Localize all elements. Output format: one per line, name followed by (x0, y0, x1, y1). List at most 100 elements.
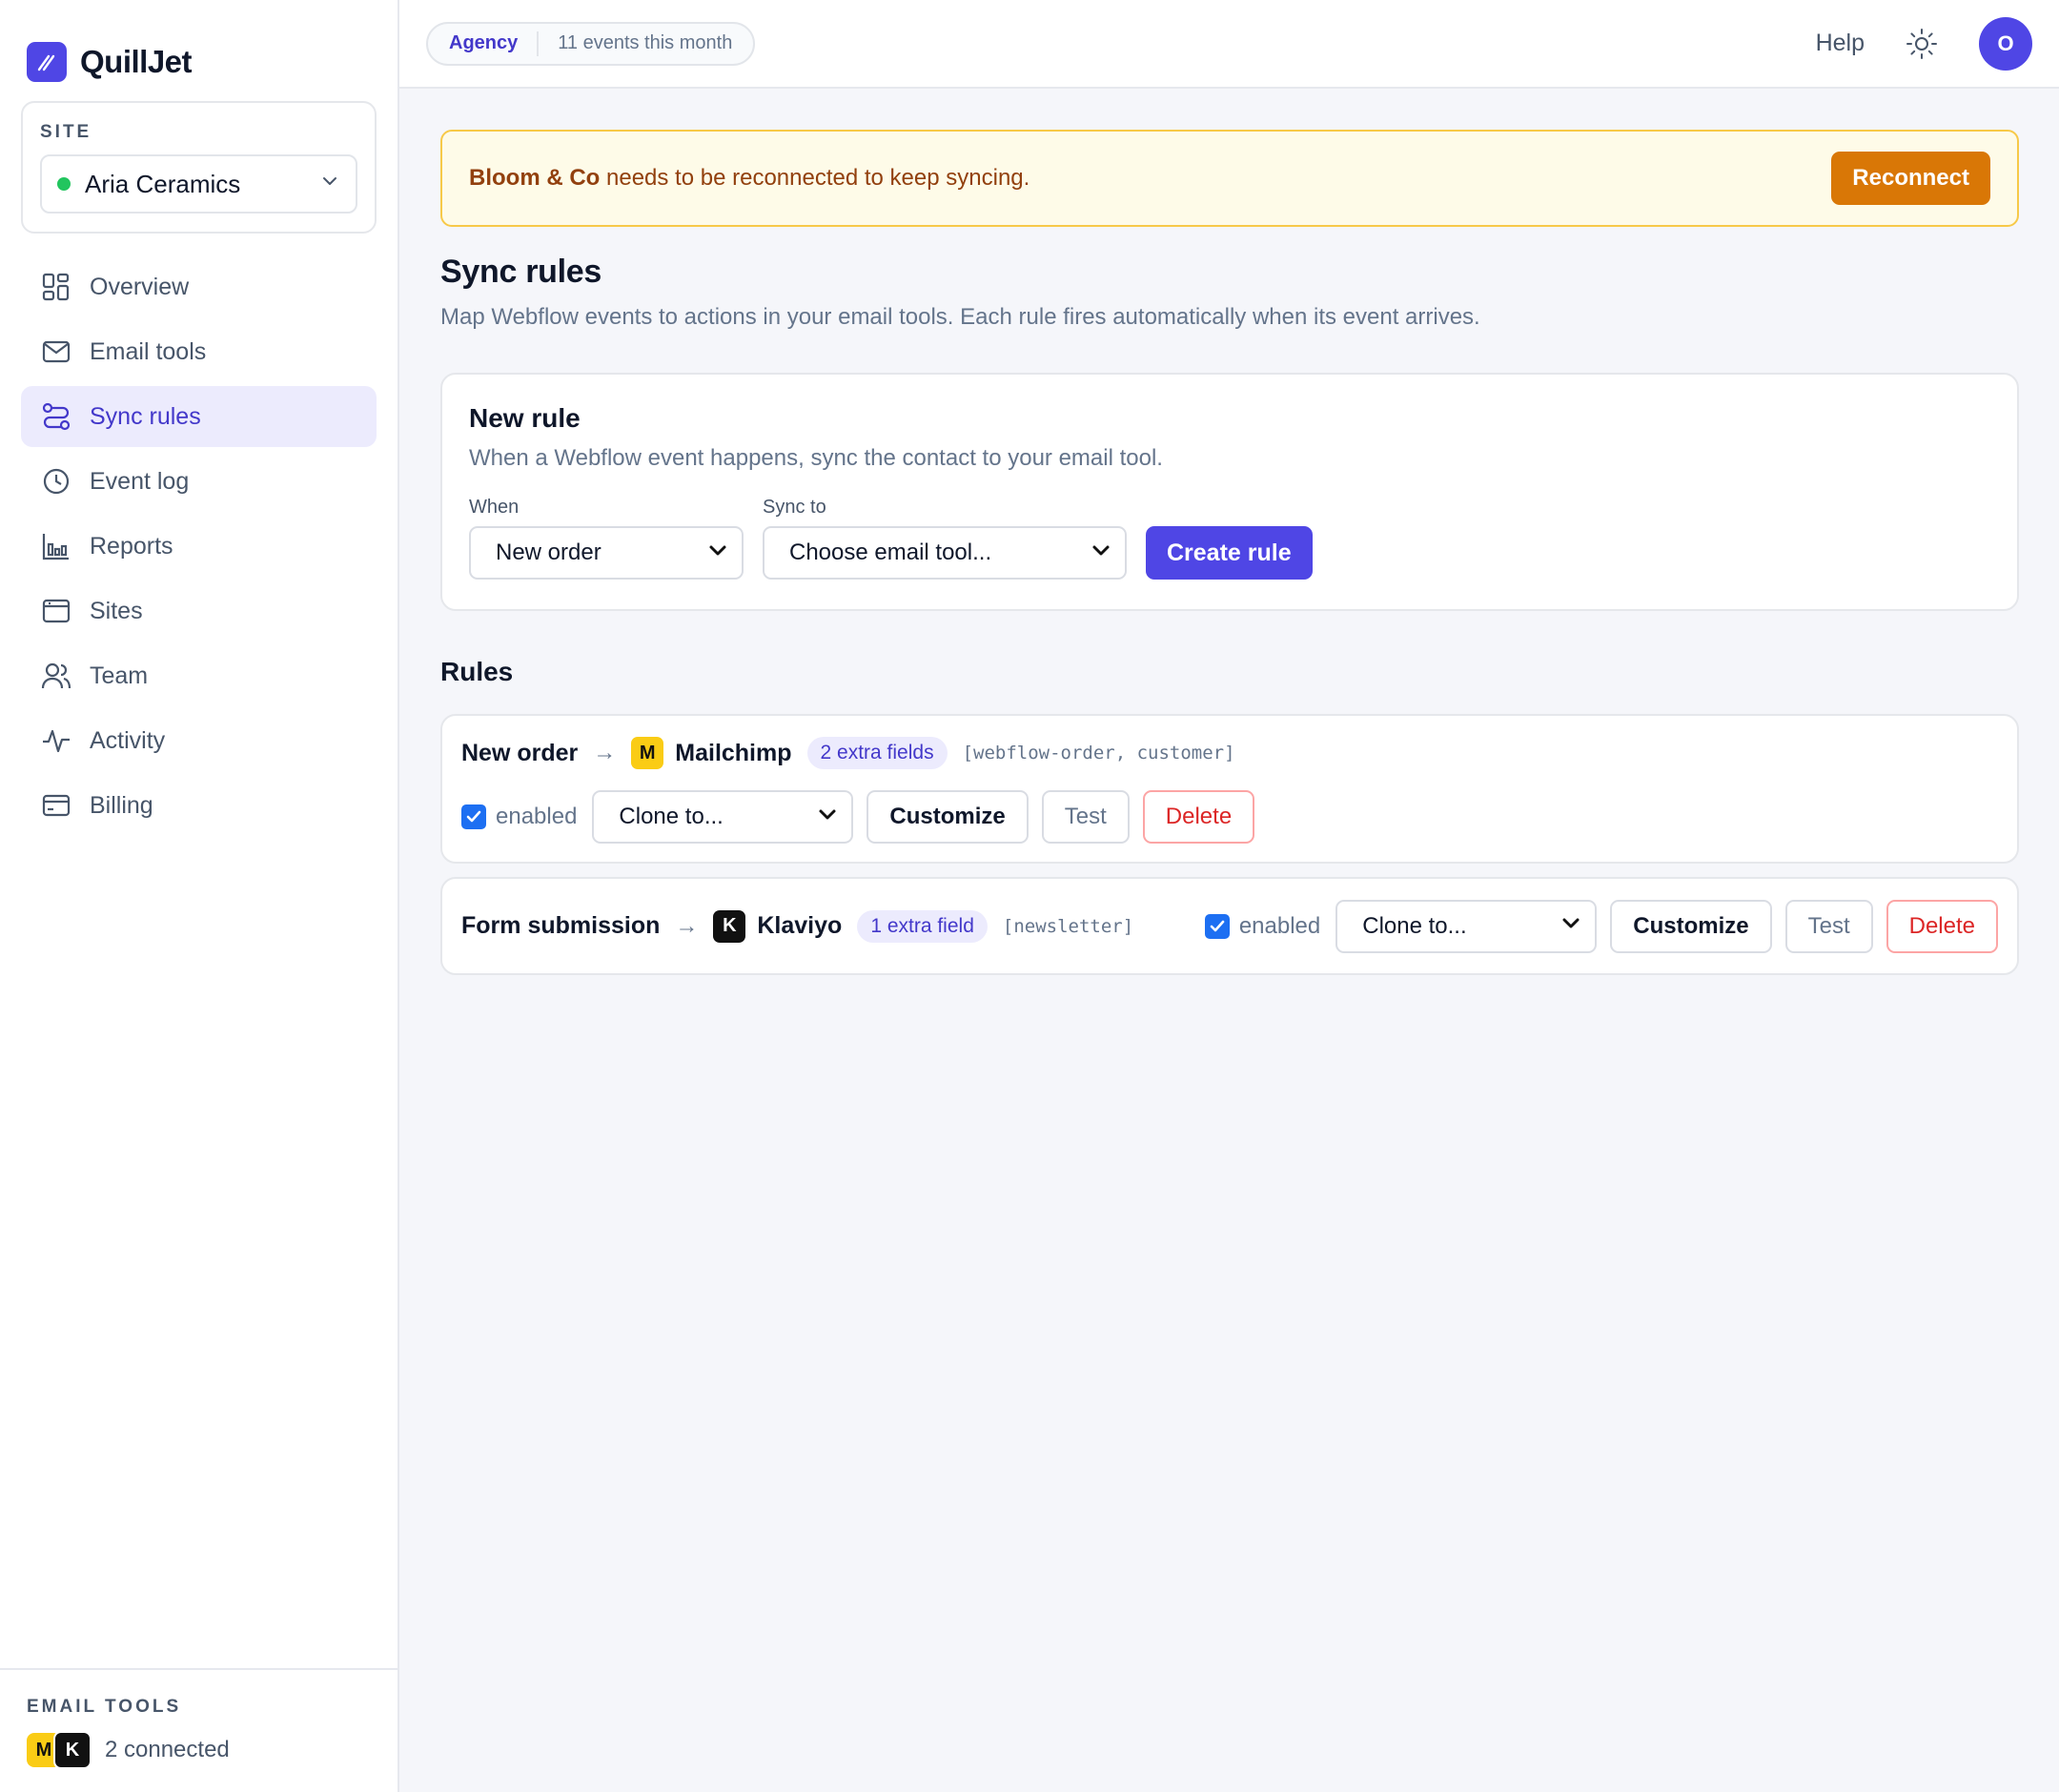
sidebar-item-label: Billing (90, 791, 153, 819)
clone-to-value: Clone to... (619, 804, 724, 829)
test-button[interactable]: Test (1041, 790, 1130, 844)
reconnect-button[interactable]: Reconnect (1831, 152, 1990, 205)
site-status-dot (57, 177, 71, 191)
sidebar-item-sync-rules[interactable]: Sync rules (21, 386, 377, 447)
avatar[interactable]: O (1979, 16, 2032, 71)
sidebar: QuillJet SITE Aria Ceramics Overview Ema… (0, 0, 399, 1792)
route-icon (40, 400, 72, 433)
sidebar-item-email-tools[interactable]: Email tools (21, 321, 377, 382)
email-tools-row[interactable]: M K 2 connected (27, 1731, 398, 1769)
when-label: When (469, 497, 520, 518)
brand[interactable]: QuillJet (0, 0, 398, 95)
when-field: When New order (469, 497, 744, 580)
sync-to-field: Sync to Choose email tool... (763, 497, 1127, 580)
rule-tags: [newsletter] (1002, 915, 1134, 937)
delete-button[interactable]: Delete (1142, 790, 1255, 844)
clone-to-value: Clone to... (1362, 912, 1467, 939)
grid-icon (40, 271, 72, 303)
test-button[interactable]: Test (1784, 899, 1873, 953)
plan-name: Agency (449, 32, 519, 53)
chevron-down-icon (707, 540, 728, 567)
sync-to-label: Sync to (763, 497, 826, 518)
site-switcher: SITE Aria Ceramics (21, 101, 377, 234)
bar-chart-icon (40, 530, 72, 562)
when-select[interactable]: New order (469, 526, 744, 580)
rule-card: New order → M Mailchimp 2 extra fields [… (440, 714, 2019, 864)
credit-card-icon (40, 789, 72, 822)
sidebar-item-team[interactable]: Team (21, 645, 377, 706)
browser-icon (40, 595, 72, 627)
chevron-down-icon (1091, 540, 1111, 567)
clone-to-select[interactable]: Clone to... (1335, 899, 1598, 953)
enabled-label: enabled (1238, 912, 1321, 939)
sidebar-item-label: Activity (90, 726, 166, 754)
new-rule-card: New rule When a Webflow event happens, s… (440, 373, 2019, 611)
sidebar-nav: Overview Email tools Sync rules Event lo… (0, 256, 398, 836)
klaviyo-icon: K (53, 1731, 92, 1769)
sidebar-item-sites[interactable]: Sites (21, 580, 377, 641)
extra-fields-badge[interactable]: 1 extra field (857, 909, 988, 943)
email-tool-select[interactable]: Choose email tool... (763, 526, 1127, 580)
customize-button[interactable]: Customize (866, 790, 1029, 844)
page-content: Bloom & Co needs to be reconnected to ke… (399, 89, 2059, 975)
site-select[interactable]: Aria Ceramics (40, 154, 357, 214)
mail-icon (40, 336, 72, 368)
sidebar-item-reports[interactable]: Reports (21, 516, 377, 577)
sun-icon[interactable] (1903, 25, 1941, 63)
chevron-down-icon (319, 171, 340, 197)
customize-button[interactable]: Customize (1610, 899, 1772, 953)
app-root: QuillJet SITE Aria Ceramics Overview Ema… (0, 0, 2059, 1792)
mailchimp-icon: M (631, 737, 664, 769)
sidebar-item-activity[interactable]: Activity (21, 710, 377, 771)
activity-icon (40, 724, 72, 757)
email-tools-summary: EMAIL TOOLS M K 2 connected (0, 1668, 398, 1792)
rule-summary: Form submission → K Klaviyo 1 extra fiel… (461, 909, 1134, 943)
banner-message: needs to be reconnected to keep syncing. (600, 165, 1030, 191)
enabled-label: enabled (496, 804, 578, 829)
reconnect-banner: Bloom & Co needs to be reconnected to ke… (440, 130, 2019, 227)
sidebar-item-label: Sites (90, 597, 143, 624)
banner-text: Bloom & Co needs to be reconnected to ke… (469, 165, 1831, 192)
rule-summary: New order → M Mailchimp 2 extra fields [… (461, 737, 1998, 769)
email-tools-label: EMAIL TOOLS (27, 1697, 182, 1717)
create-rule-button[interactable]: Create rule (1146, 526, 1313, 580)
sidebar-item-label: Reports (90, 532, 173, 560)
rules-heading: Rules (440, 657, 514, 686)
sidebar-item-overview[interactable]: Overview (21, 256, 377, 317)
page-subtitle: Map Webflow events to actions in your em… (440, 304, 1480, 330)
sidebar-item-label: Team (90, 662, 149, 689)
users-icon (40, 660, 72, 692)
quill-logo-icon (27, 42, 67, 82)
banner-account: Bloom & Co (469, 165, 601, 191)
arrow-right-icon: → (593, 740, 617, 765)
sidebar-item-label: Email tools (90, 337, 207, 365)
sidebar-item-label: Overview (90, 273, 190, 300)
new-rule-title: New rule (469, 403, 581, 433)
rule-tags: [webflow-order, customer] (962, 743, 1235, 764)
sidebar-item-event-log[interactable]: Event log (21, 451, 377, 512)
rule-tool-name: Mailchimp (675, 739, 792, 766)
extra-fields-badge[interactable]: 2 extra fields (806, 737, 948, 769)
rule-actions: enabled Clone to... Customize Test Delet… (1204, 899, 1998, 953)
sidebar-item-label: Sync rules (90, 402, 201, 430)
rule-actions: enabled Clone to... Customize Test Delet… (461, 790, 1998, 844)
enabled-checkbox[interactable] (461, 804, 486, 829)
chevron-down-icon (817, 804, 838, 831)
arrow-right-icon: → (675, 912, 699, 939)
rule-card: Form submission → K Klaviyo 1 extra fiel… (440, 877, 2019, 975)
plan-pill[interactable]: Agency 11 events this month (426, 21, 756, 66)
sidebar-item-billing[interactable]: Billing (21, 775, 377, 836)
clone-to-select[interactable]: Clone to... (592, 790, 854, 844)
rule-event: New order (461, 739, 579, 766)
when-value: New order (496, 540, 601, 565)
rule-tool-name: Klaviyo (757, 912, 843, 939)
enabled-checkbox[interactable] (1204, 913, 1230, 939)
sync-to-value: Choose email tool... (789, 540, 992, 565)
topbar: Agency 11 events this month Help O (399, 0, 2059, 89)
help-link[interactable]: Help (1816, 30, 1865, 57)
delete-button[interactable]: Delete (1886, 899, 1998, 953)
main-area: Agency 11 events this month Help O Bloom… (399, 0, 2059, 1792)
klaviyo-icon: K (713, 909, 746, 943)
sidebar-item-label: Event log (90, 467, 190, 495)
site-label: SITE (40, 122, 92, 142)
